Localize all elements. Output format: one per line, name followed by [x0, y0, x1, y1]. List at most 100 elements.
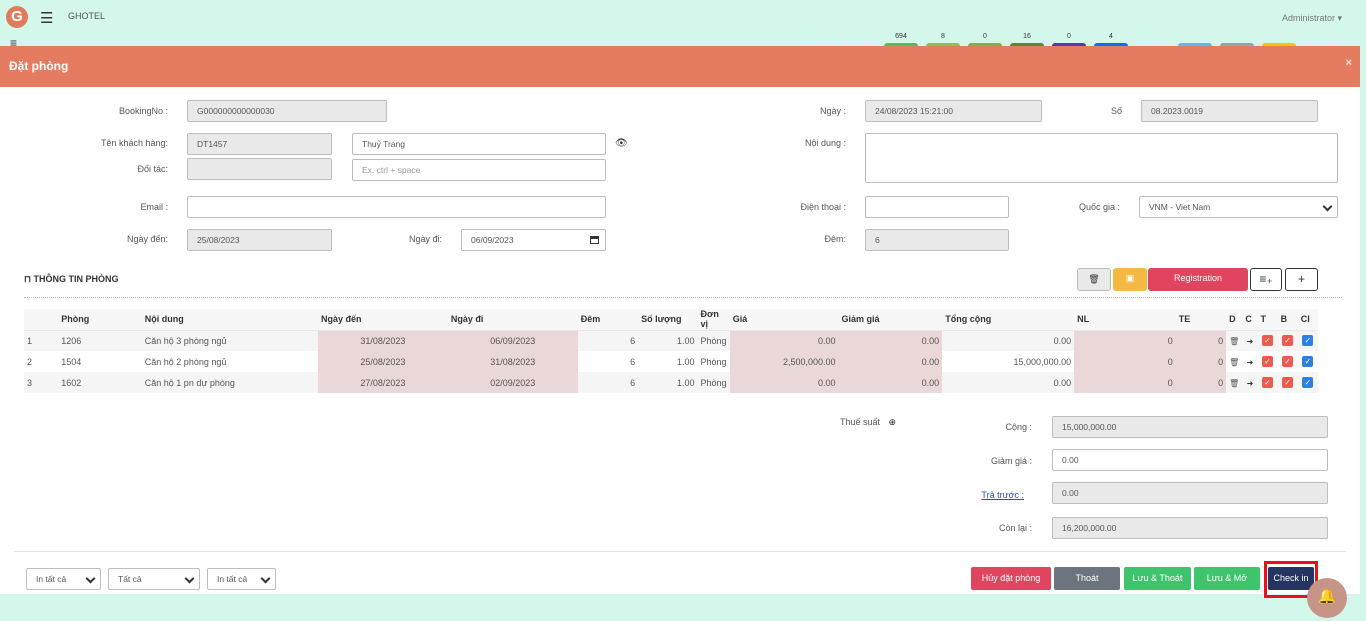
partner-code-field[interactable] [187, 158, 332, 180]
login-icon[interactable]: ➜ [1247, 379, 1254, 388]
cancel-booking-button[interactable]: Hủy đặt phòng [971, 567, 1051, 590]
cell-children[interactable]: 0 [1175, 372, 1227, 393]
cell-price[interactable]: 0.00 [729, 330, 839, 351]
column-header: Phòng [58, 309, 142, 331]
cell-discount[interactable]: 0.00 [838, 372, 943, 393]
remain-label: Còn lại : [998, 523, 1032, 533]
partner-search-input[interactable]: Ex. ctrl + space [352, 159, 606, 181]
exit-button[interactable]: Thoát [1054, 567, 1120, 590]
folder-button[interactable]: ▣ [1113, 268, 1147, 291]
column-header: D [1226, 309, 1243, 331]
close-icon[interactable]: × [1346, 57, 1352, 69]
print-all-select-2[interactable]: In tất cả [207, 568, 276, 590]
bookmark-icon: ⊓ [24, 274, 32, 284]
filter-all-select[interactable]: Tất cả [108, 568, 200, 590]
checkbox-ci[interactable]: ✓ [1302, 335, 1314, 347]
remain-field[interactable]: 16,200,000.00 [1052, 517, 1328, 539]
cell-room: 1206 [58, 330, 142, 351]
booking-no-field[interactable]: G000000000000030 [187, 100, 387, 122]
cell-desc: Căn hộ 3 phòng ngủ [141, 330, 318, 351]
check-in-button[interactable]: Check in [1268, 567, 1314, 590]
status-count[interactable]: 8 [926, 33, 960, 40]
add-list-icon[interactable]: ≡₊ [1250, 268, 1282, 291]
nights-label: Đêm: [824, 234, 846, 244]
cell-unit: Phòng [697, 372, 730, 393]
discount-field[interactable]: 0.00 [1052, 449, 1328, 471]
checkbox-t[interactable]: ✓ [1262, 377, 1274, 388]
column-header: T [1257, 309, 1278, 331]
sum-field[interactable]: 15,000,000.00 [1052, 416, 1328, 438]
save-exit-button[interactable]: Lưu & Thoát [1124, 567, 1191, 590]
cell-adults[interactable]: 0 [1074, 372, 1176, 393]
cell-children[interactable]: 0 [1175, 351, 1227, 372]
calendar-icon[interactable] [590, 236, 599, 244]
modal-header: Đặt phòng × [0, 46, 1360, 87]
status-count[interactable]: 0 [1052, 33, 1086, 40]
nights-field[interactable]: 6 [865, 229, 1009, 251]
trash-icon[interactable]: 🗑 [1229, 379, 1239, 388]
login-icon[interactable]: ➜ [1247, 358, 1254, 367]
email-field[interactable] [187, 196, 606, 218]
checkbox-b[interactable]: ✓ [1282, 356, 1294, 367]
registration-button[interactable]: Registration [1148, 268, 1248, 291]
cell-arrive[interactable]: 27/08/2023 [317, 372, 448, 393]
number-field[interactable]: 08.2023.0019 [1141, 100, 1318, 122]
cell-price[interactable]: 0.00 [729, 372, 839, 393]
checkbox-ci[interactable]: ✓ [1302, 356, 1314, 367]
ghotel-logo[interactable]: G [6, 6, 28, 28]
table-row[interactable]: 3 1602 Căn hộ 1 pn dự phòng 27/08/2023 02/09… [24, 372, 1318, 393]
cell-leave[interactable]: 02/09/2023 [447, 372, 578, 393]
delete-button[interactable]: 🗑 [1077, 268, 1111, 291]
leave-date-field[interactable]: 06/09/2023 [461, 229, 606, 251]
plus-circle-icon[interactable]: ⊕ [889, 417, 897, 427]
status-count[interactable]: 694 [884, 33, 918, 40]
save-open-button[interactable]: Lưu & Mở [1194, 567, 1260, 590]
prepaid-field[interactable]: 0.00 [1052, 482, 1328, 504]
cell-children[interactable]: 0 [1175, 330, 1227, 351]
column-header: Số lượng [638, 309, 698, 331]
customer-name-field[interactable]: Thuỷ Trang [352, 133, 606, 155]
arrive-label: Ngày đến: [126, 234, 168, 244]
trash-icon[interactable]: 🗑 [1229, 358, 1239, 367]
tax-label[interactable]: Thuế suất ⊕ [840, 417, 896, 428]
table-row[interactable]: 2 1504 Căn hộ 2 phòng ngủ 25/08/2023 31/08/2… [24, 351, 1318, 372]
login-icon[interactable]: ➜ [1247, 337, 1254, 346]
customer-code-field[interactable]: DT1457 [187, 133, 332, 155]
cell-nights: 6 [577, 330, 639, 351]
checkbox-t[interactable]: ✓ [1262, 356, 1274, 367]
checkbox-b[interactable]: ✓ [1282, 377, 1294, 388]
eye-icon[interactable]: 👁 [615, 138, 628, 149]
prepaid-link[interactable]: Trả trước : [960, 490, 1024, 500]
phone-field[interactable] [865, 196, 1009, 218]
status-count[interactable]: 4 [1094, 33, 1128, 40]
cell-leave[interactable]: 06/09/2023 [447, 330, 578, 351]
content-textarea[interactable] [865, 133, 1338, 183]
country-select[interactable]: VNM - Viet Nam [1139, 196, 1338, 218]
column-header: B [1277, 309, 1298, 331]
add-room-button[interactable]: + [1285, 268, 1318, 291]
user-menu[interactable]: Administrator ▾ [1282, 13, 1342, 24]
cell-leave[interactable]: 31/08/2023 [447, 351, 578, 372]
cell-discount[interactable]: 0.00 [838, 351, 943, 372]
checkbox-b[interactable]: ✓ [1282, 335, 1294, 347]
cell-price[interactable]: 2,500,000.00 [729, 351, 839, 372]
status-count[interactable]: 0 [968, 33, 1002, 40]
trash-icon[interactable]: 🗑 [1229, 337, 1239, 346]
cell-adults[interactable]: 0 [1074, 330, 1176, 351]
rooms-table: Phòng Nội dung Ngày đến Ngày đi Đêm Số lượng Đ… [24, 309, 1318, 393]
date-field[interactable]: 24/08/2023 15:21:00 [865, 100, 1042, 122]
checkbox-t[interactable]: ✓ [1262, 335, 1274, 347]
print-all-select[interactable]: In tất cả [26, 568, 101, 590]
leave-date-value: 06/09/2023 [471, 235, 514, 245]
menu-icon[interactable]: ☰ [40, 9, 53, 27]
footer-divider [14, 551, 1346, 552]
status-count[interactable]: 16 [1010, 33, 1044, 40]
table-row[interactable]: 1 1206 Căn hộ 3 phòng ngủ 31/08/2023 06/09/2… [24, 330, 1318, 351]
cell-adults[interactable]: 0 [1074, 351, 1176, 372]
notification-bell-icon[interactable]: 🔔 [1307, 578, 1347, 618]
arrive-date-field[interactable]: 25/08/2023 [187, 229, 332, 251]
cell-discount[interactable]: 0.00 [838, 330, 943, 351]
checkbox-ci[interactable]: ✓ [1302, 377, 1314, 388]
cell-arrive[interactable]: 25/08/2023 [317, 351, 448, 372]
cell-arrive[interactable]: 31/08/2023 [317, 330, 448, 351]
